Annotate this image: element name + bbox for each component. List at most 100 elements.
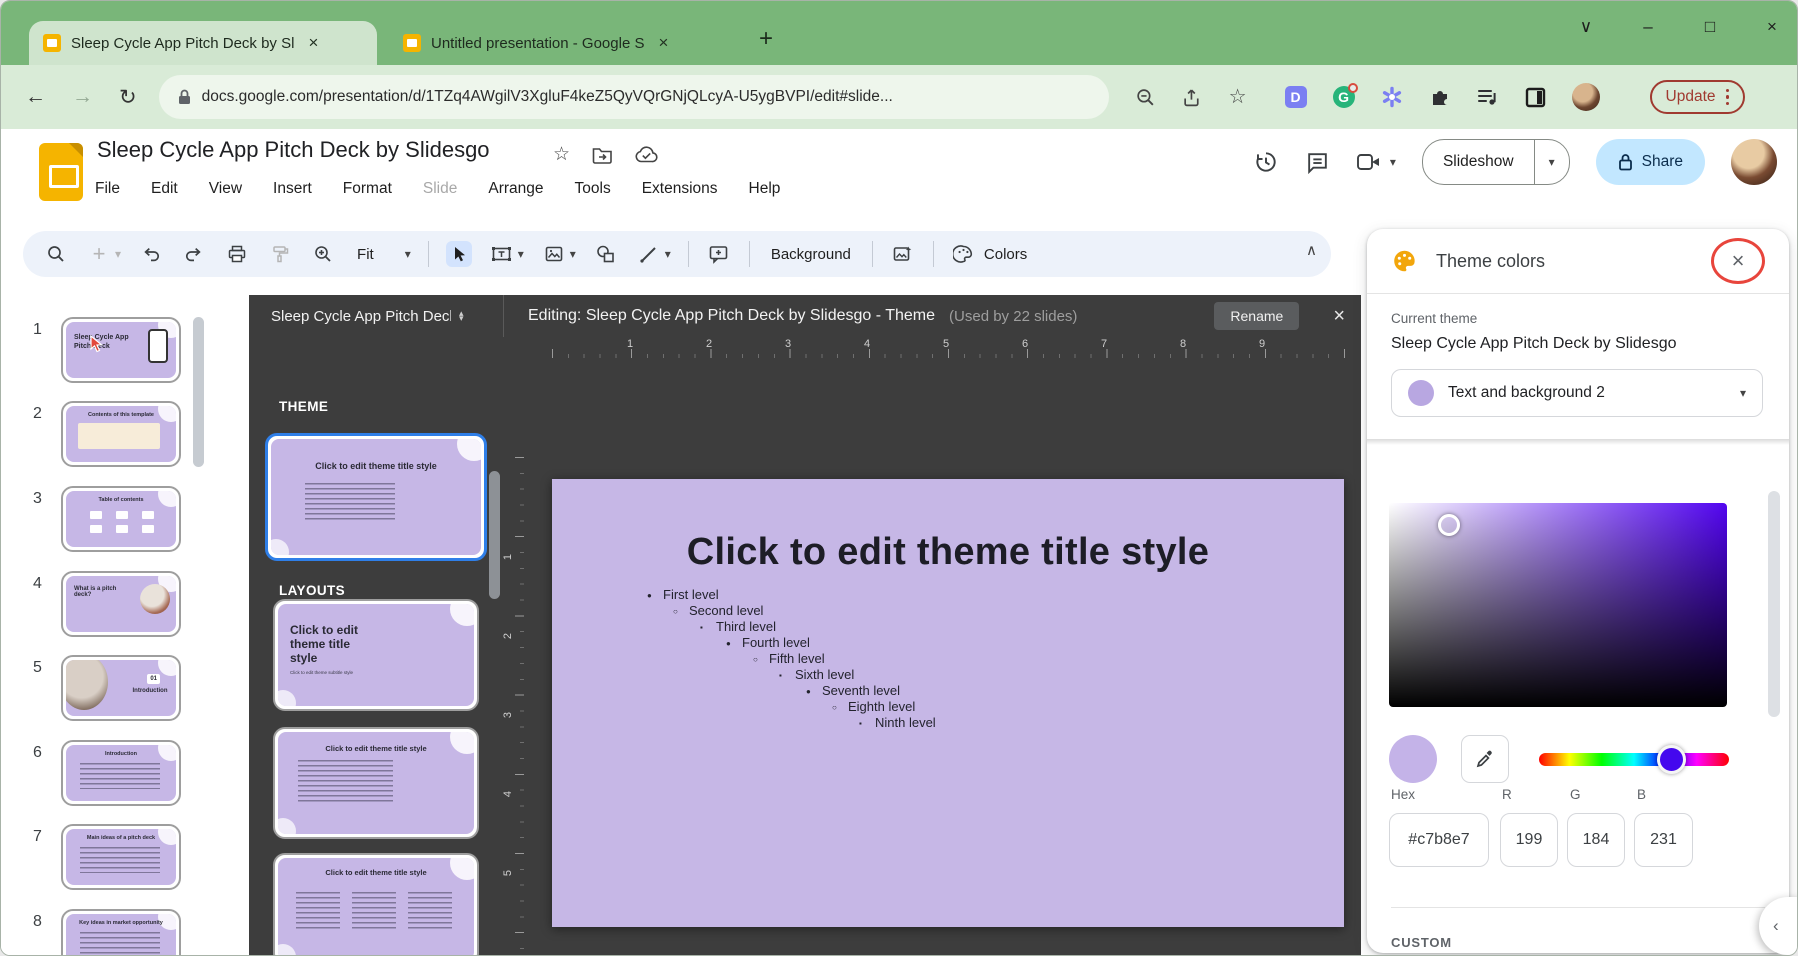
- theme-selector[interactable]: Sleep Cycle App Pitch Deck ▴▾: [249, 308, 503, 325]
- menu-view[interactable]: View: [207, 177, 244, 201]
- hue-slider-thumb[interactable]: [1657, 745, 1686, 774]
- share-button[interactable]: Share: [1596, 139, 1705, 185]
- version-history-icon[interactable]: [1253, 149, 1279, 175]
- color-picker-handle[interactable]: [1438, 514, 1460, 536]
- grammarly-extension-icon[interactable]: G: [1333, 86, 1355, 108]
- slides-logo[interactable]: [39, 143, 83, 201]
- meet-camera-icon[interactable]: [1356, 151, 1382, 173]
- reload-icon[interactable]: ↻: [119, 85, 137, 110]
- color-role-select[interactable]: Text and background 2 ▾: [1391, 369, 1763, 417]
- slideshow-dropdown-caret-icon[interactable]: ▾: [1535, 155, 1569, 169]
- insert-shape-tool[interactable]: [593, 241, 619, 267]
- move-folder-icon[interactable]: [592, 146, 613, 164]
- address-bar[interactable]: docs.google.com/presentation/d/1TZq4AWgi…: [159, 75, 1109, 119]
- layout-thumbnail-3[interactable]: Click to edit theme title style: [273, 853, 479, 956]
- menu-help[interactable]: Help: [747, 177, 783, 201]
- star-document-icon[interactable]: ☆: [553, 143, 570, 166]
- new-tab-button[interactable]: +: [759, 27, 773, 51]
- filmstrip-scrollbar[interactable]: [193, 317, 204, 467]
- tab-search-chevron-icon[interactable]: ∨: [1575, 17, 1597, 37]
- menu-extensions[interactable]: Extensions: [640, 177, 720, 201]
- insert-comment-icon[interactable]: [706, 241, 732, 267]
- text-box-tool[interactable]: [489, 241, 515, 267]
- window-maximize-button[interactable]: □: [1699, 17, 1721, 37]
- slide-number: 1: [33, 321, 42, 339]
- red-input[interactable]: 199: [1500, 813, 1558, 867]
- insert-line-tool[interactable]: [636, 241, 662, 267]
- layout-thumbnail-1[interactable]: Click to edit theme title style Click to…: [273, 599, 479, 711]
- insert-image-caret-icon[interactable]: ▾: [570, 247, 576, 261]
- back-icon[interactable]: ←: [25, 85, 46, 109]
- hex-input[interactable]: #c7b8e7: [1389, 813, 1489, 867]
- filmstrip-slide-7[interactable]: 7 Main ideas of a pitch deck: [1, 824, 249, 892]
- filmstrip-slide-4[interactable]: 4 What is a pitch deck?: [1, 571, 249, 639]
- filmstrip-slide-1[interactable]: 1 Sleep Cycle App Pitch Deck: [1, 317, 249, 385]
- tab-close-icon[interactable]: ×: [658, 33, 668, 53]
- slideshow-button[interactable]: Slideshow: [1423, 153, 1534, 171]
- document-title[interactable]: Sleep Cycle App Pitch Deck by Slidesgo: [97, 137, 490, 163]
- saturation-value-picker[interactable]: [1389, 503, 1727, 707]
- hide-menus-chevron-icon[interactable]: ∧: [1306, 241, 1317, 259]
- menu-insert[interactable]: Insert: [271, 177, 314, 201]
- undo-icon[interactable]: [138, 241, 164, 267]
- side-panel-icon[interactable]: [1525, 87, 1546, 108]
- panel-scrollbar[interactable]: [1768, 491, 1780, 717]
- document-status-cloud-icon[interactable]: [635, 146, 658, 163]
- comment-history-icon[interactable]: [1305, 150, 1330, 175]
- zoom-in-icon[interactable]: [310, 241, 336, 267]
- menu-bar: File Edit View Insert Format Slide Arran…: [93, 177, 782, 201]
- menu-format[interactable]: Format: [341, 177, 394, 201]
- filmstrip-slide-5[interactable]: 5 01 Introduction: [1, 655, 249, 723]
- menu-file[interactable]: File: [93, 177, 122, 201]
- eyedropper-button[interactable]: [1461, 735, 1509, 783]
- browser-profile-avatar[interactable]: [1572, 83, 1600, 111]
- theme-body-placeholder[interactable]: ●First level ○Second level ▪Third level …: [647, 587, 936, 731]
- filmstrip-slide-3[interactable]: 3 Table of contents: [1, 486, 249, 554]
- flower-extension-icon[interactable]: [1381, 86, 1403, 108]
- tab-close-icon[interactable]: ×: [308, 33, 318, 53]
- layout-thumbnail-2[interactable]: Click to edit theme title style: [273, 727, 479, 839]
- zoom-out-icon[interactable]: [1135, 87, 1156, 108]
- theme-master-thumbnail[interactable]: Click to edit theme title style: [265, 433, 487, 561]
- browser-tab-2[interactable]: Untitled presentation - Google S ×: [389, 21, 729, 65]
- rename-button[interactable]: Rename: [1214, 302, 1299, 330]
- menu-arrange[interactable]: Arrange: [486, 177, 545, 201]
- window-close-button[interactable]: ×: [1761, 17, 1783, 37]
- bookmark-star-icon[interactable]: ☆: [1229, 87, 1247, 107]
- theme-title-placeholder[interactable]: Click to edit theme title style: [552, 531, 1344, 574]
- extensions-puzzle-icon[interactable]: [1429, 86, 1451, 108]
- browser-menu-icon[interactable]: [1726, 89, 1730, 106]
- insert-line-caret-icon[interactable]: ▾: [665, 247, 671, 261]
- slide-editing-surface[interactable]: Click to edit theme title style ●First l…: [552, 479, 1344, 927]
- hue-slider[interactable]: [1539, 753, 1729, 766]
- filmstrip-slide-6[interactable]: 6 Introduction: [1, 740, 249, 808]
- extension-d-icon[interactable]: D: [1285, 86, 1307, 108]
- camera-dropdown-caret-icon[interactable]: ▾: [1390, 155, 1396, 169]
- account-avatar[interactable]: [1731, 139, 1777, 185]
- filmstrip-slide-2[interactable]: 2 Contents of this template: [1, 401, 249, 469]
- blue-input[interactable]: 231: [1634, 813, 1693, 867]
- redo-icon[interactable]: [181, 241, 207, 267]
- forward-icon[interactable]: →: [72, 85, 93, 109]
- menu-tools[interactable]: Tools: [573, 177, 613, 201]
- browser-tab-1[interactable]: Sleep Cycle App Pitch Deck by Sl ×: [29, 21, 377, 65]
- text-box-caret-icon[interactable]: ▾: [518, 247, 524, 261]
- filmstrip-slide-8[interactable]: 8 Key ideas in market opportunity: [1, 909, 249, 956]
- menu-edit[interactable]: Edit: [149, 177, 180, 201]
- print-icon[interactable]: [224, 241, 250, 267]
- theme-colors-button[interactable]: Colors: [951, 241, 1031, 267]
- media-queue-icon[interactable]: [1477, 87, 1499, 107]
- panel-title: Theme colors: [1436, 251, 1545, 272]
- chrome-update-button[interactable]: Update: [1650, 80, 1745, 114]
- theme-panel-scrollbar[interactable]: [489, 471, 500, 599]
- search-menus-icon[interactable]: [43, 241, 69, 267]
- replace-image-icon[interactable]: [890, 241, 916, 267]
- insert-image-tool[interactable]: [541, 241, 567, 267]
- select-tool[interactable]: [446, 241, 472, 267]
- background-button[interactable]: Background: [767, 246, 855, 263]
- window-minimize-button[interactable]: –: [1637, 17, 1659, 37]
- zoom-select[interactable]: Fit ▾: [353, 246, 411, 263]
- green-input[interactable]: 184: [1567, 813, 1625, 867]
- share-page-icon[interactable]: [1182, 87, 1203, 108]
- close-theme-editor-icon[interactable]: ×: [1333, 305, 1345, 328]
